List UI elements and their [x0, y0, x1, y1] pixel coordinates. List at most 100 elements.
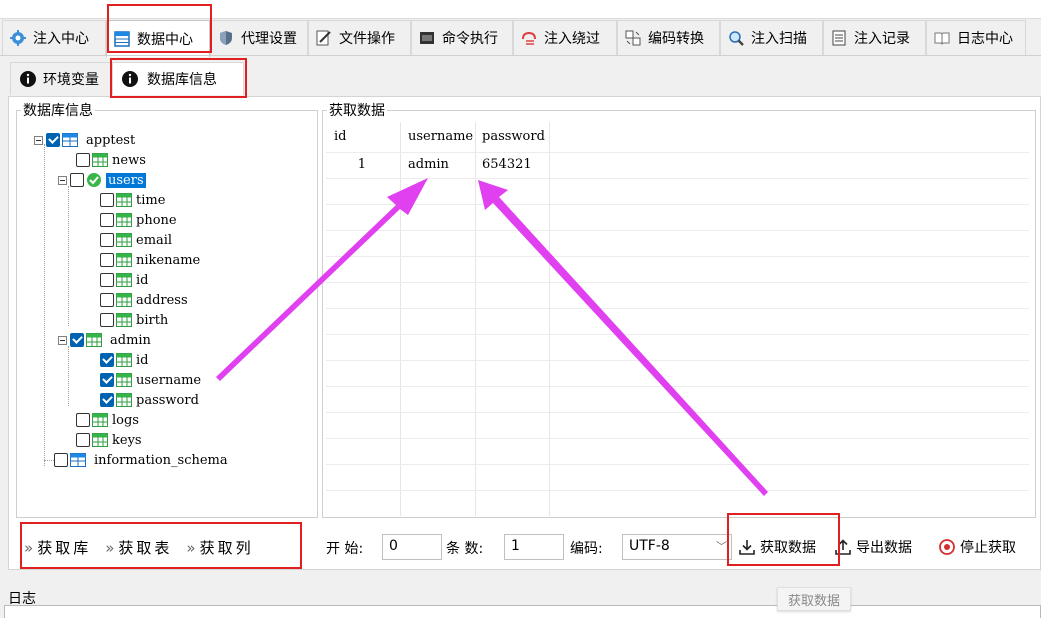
- checkbox[interactable]: [54, 453, 68, 467]
- tab-label: 注入绕过: [544, 31, 600, 47]
- tree-node-time[interactable]: time: [100, 190, 165, 210]
- tree-label: time: [136, 192, 166, 208]
- shield-icon: [217, 29, 235, 47]
- tab-proxy-settings[interactable]: 代理设置: [210, 20, 308, 55]
- table-icon: [92, 413, 108, 427]
- tree-node-admin-id[interactable]: id: [100, 350, 148, 370]
- tab-log-center[interactable]: 日志中心: [926, 20, 1026, 55]
- window-top-strip: [0, 0, 1041, 19]
- tree-node-admin-username[interactable]: username: [100, 370, 201, 390]
- database-icon: [62, 133, 78, 147]
- column-header-id[interactable]: id: [334, 129, 346, 144]
- checkbox[interactable]: [100, 253, 114, 267]
- tree-node-keys[interactable]: keys: [76, 430, 142, 450]
- group-title: 获取数据: [329, 103, 385, 119]
- tree-node-admin[interactable]: admin: [58, 330, 151, 350]
- tree-node-information-schema[interactable]: information_schema: [54, 450, 228, 470]
- column-header-username[interactable]: username: [408, 129, 473, 144]
- grid-column: [326, 122, 401, 516]
- collapse-toggle[interactable]: [34, 135, 43, 145]
- column-header-password[interactable]: password: [482, 129, 545, 144]
- log-output[interactable]: [4, 605, 1041, 618]
- checkbox[interactable]: [46, 133, 60, 147]
- tree-label: keys: [112, 432, 142, 448]
- tree-node-id[interactable]: id: [100, 270, 148, 290]
- grid-line: [326, 308, 1029, 309]
- count-label: 条 数:: [446, 541, 484, 557]
- tree-node-email[interactable]: email: [100, 230, 172, 250]
- button-label: 获取表: [118, 538, 173, 557]
- checkbox[interactable]: [100, 293, 114, 307]
- info-icon: [121, 70, 139, 88]
- tab-injection-bypass[interactable]: 注入绕过: [513, 20, 617, 55]
- database-tree[interactable]: apptest news users time phone email nike…: [30, 126, 315, 516]
- tree-node-phone[interactable]: phone: [100, 210, 177, 230]
- encoding-label: 编码:: [570, 541, 603, 557]
- tree-node-admin-password[interactable]: password: [100, 390, 199, 410]
- tree-node-logs[interactable]: logs: [76, 410, 139, 430]
- tree-label: logs: [112, 412, 139, 428]
- collapse-toggle[interactable]: [58, 335, 67, 345]
- tab-label: 数据库信息: [147, 72, 217, 88]
- tab-injection-records[interactable]: 注入记录: [823, 20, 926, 55]
- tab-label: 注入记录: [854, 31, 910, 47]
- tree-node-news[interactable]: news: [76, 150, 146, 170]
- tab-environment-variables[interactable]: 环境变量: [10, 62, 112, 95]
- collapse-toggle[interactable]: [58, 175, 67, 185]
- data-grid[interactable]: id username password 1 admin 654321: [326, 122, 1029, 516]
- table-row[interactable]: 1 admin 654321: [326, 152, 549, 178]
- database-icon: [70, 453, 86, 467]
- button-label: 获取数据: [760, 540, 816, 556]
- tab-file-operations[interactable]: 文件操作: [308, 20, 411, 55]
- tree-node-apptest[interactable]: apptest: [34, 130, 135, 150]
- tab-label: 文件操作: [339, 31, 395, 47]
- export-data-button[interactable]: 导出数据: [834, 537, 912, 557]
- checkbox[interactable]: [100, 233, 114, 247]
- checkbox[interactable]: [100, 373, 114, 387]
- checkbox[interactable]: [100, 353, 114, 367]
- get-columns-button[interactable]: » 获取列: [186, 537, 253, 558]
- table-cell: 654321: [482, 157, 532, 172]
- tree-node-address[interactable]: address: [100, 290, 188, 310]
- checkbox[interactable]: [100, 193, 114, 207]
- checkbox[interactable]: [100, 393, 114, 407]
- encoding-select[interactable]: UTF-8 ﹀: [622, 534, 732, 560]
- grid-column: [475, 122, 550, 516]
- grid-line: [326, 230, 1029, 231]
- tree-node-nikename[interactable]: nikename: [100, 250, 200, 270]
- column-icon: [116, 213, 132, 227]
- tab-injection-scan[interactable]: 注入扫描: [720, 20, 823, 55]
- sub-tab-bar: 环境变量 数据库信息: [8, 62, 1033, 96]
- checkbox[interactable]: [76, 433, 90, 447]
- grid-line: [326, 334, 1029, 335]
- checkbox[interactable]: [76, 153, 90, 167]
- checkbox[interactable]: [100, 313, 114, 327]
- tree-node-birth[interactable]: birth: [100, 310, 168, 330]
- checkbox[interactable]: [76, 413, 90, 427]
- column-icon: [116, 293, 132, 307]
- stop-fetch-button[interactable]: 停止获取: [938, 537, 1016, 557]
- tab-command-exec[interactable]: 命令执行: [411, 20, 513, 55]
- tab-encode-convert[interactable]: 编码转换: [617, 20, 720, 55]
- start-input[interactable]: 0: [382, 534, 442, 560]
- upload-icon: [835, 539, 851, 555]
- checkbox[interactable]: [100, 273, 114, 287]
- checkbox[interactable]: [100, 213, 114, 227]
- chevron-down-icon: ﹀: [716, 540, 727, 553]
- tree-label: admin: [110, 332, 151, 348]
- tree-node-users[interactable]: users: [58, 170, 146, 190]
- get-databases-button[interactable]: » 获取库: [24, 537, 91, 558]
- tree-actions: » 获取库 » 获取表 » 获取列: [24, 526, 300, 568]
- gear-icon: [9, 29, 27, 47]
- checkbox[interactable]: [70, 333, 84, 347]
- tab-injection-center[interactable]: 注入中心: [2, 20, 106, 55]
- column-icon: [116, 233, 132, 247]
- get-tables-button[interactable]: » 获取表: [105, 537, 172, 558]
- grid-line: [326, 464, 1029, 465]
- fetch-data-button[interactable]: 获取数据: [738, 537, 816, 557]
- info-icon: [19, 70, 37, 88]
- tab-data-center[interactable]: 数据中心: [106, 20, 210, 57]
- count-input[interactable]: 1: [504, 534, 564, 560]
- tab-database-info[interactable]: 数据库信息: [112, 62, 244, 95]
- checkbox[interactable]: [70, 173, 84, 187]
